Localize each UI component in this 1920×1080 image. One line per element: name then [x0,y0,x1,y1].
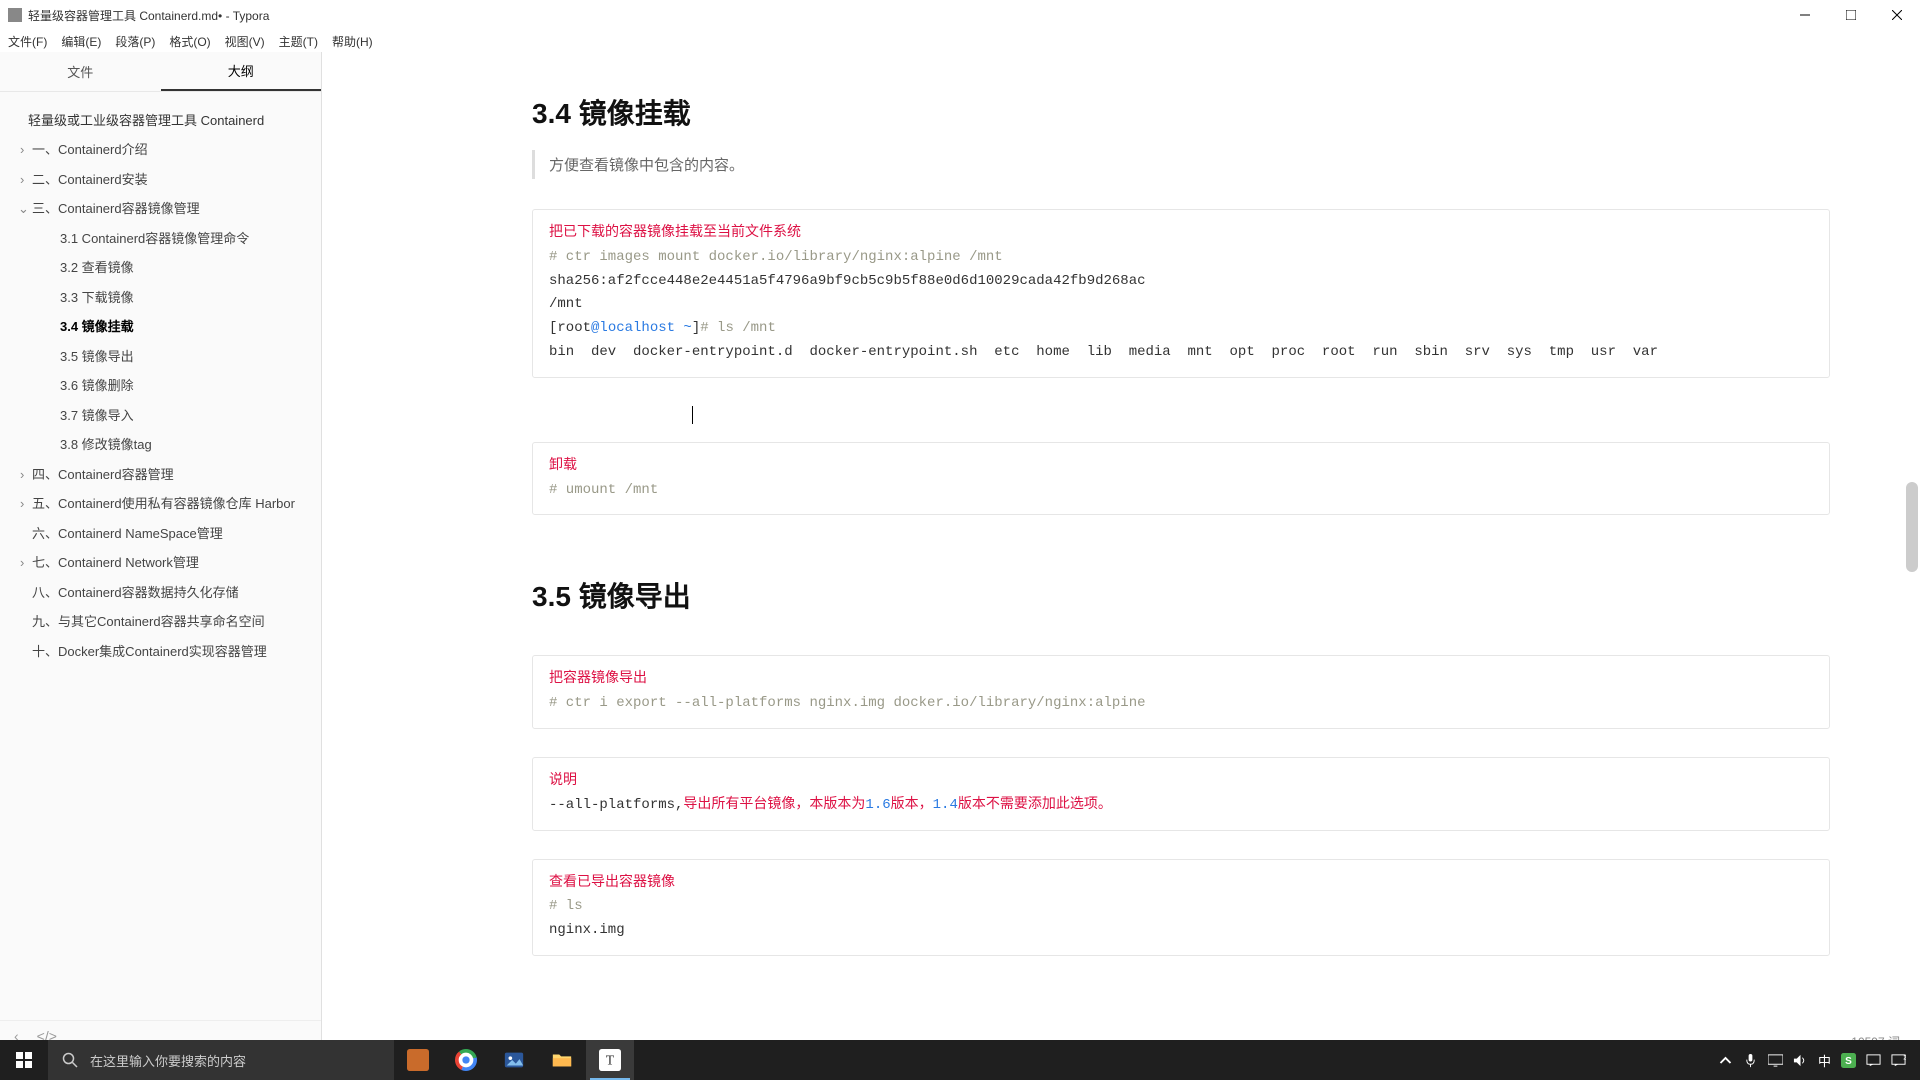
menu-format[interactable]: 格式(O) [169,33,210,50]
minimize-button[interactable] [1782,0,1828,30]
app-icon [8,8,22,22]
menu-file[interactable]: 文件(F) [8,33,47,50]
code-line: # umount /mnt [549,482,658,498]
code-line: [root@localhost ~]# ls /mnt [549,320,776,336]
tray-chevron-up-icon[interactable] [1718,1053,1733,1068]
outline: 轻量级或工业级容器管理工具 Containerd 一、Containerd介绍二… [0,92,321,1020]
outline-item[interactable]: 五、Containerd使用私有容器镜像仓库 Harbor [10,489,311,519]
tab-outline[interactable]: 大纲 [161,52,322,91]
svg-text:2: 2 [1903,1054,1906,1061]
tray-notifications-icon[interactable] [1866,1053,1881,1068]
menu-bar: 文件(F) 编辑(E) 段落(P) 格式(O) 视图(V) 主题(T) 帮助(H… [0,30,1920,52]
sidebar-tabs: 文件 大纲 [0,52,321,92]
outline-item[interactable]: 一、Containerd介绍 [10,135,311,165]
start-button[interactable] [0,1040,48,1080]
code-line: 查看已导出容器镜像 [549,875,675,891]
outline-item[interactable]: 四、Containerd容器管理 [10,460,311,490]
code-line: bin dev docker-entrypoint.d docker-entry… [549,344,1658,360]
code-umount: 卸载 # umount /mnt [532,442,1830,516]
code-line: nginx.img [549,922,625,938]
code-line: 把容器镜像导出 [549,671,647,687]
outline-item[interactable]: 六、Containerd NameSpace管理 [10,519,311,549]
outline-item[interactable]: 3.7 镜像导入 [38,401,311,431]
tray-ime[interactable]: 中 [1818,1051,1831,1070]
code-line: # ls [549,898,583,914]
code-export-note: 说明 --all-platforms,导出所有平台镜像，本版本为1.6版本，1.… [532,757,1830,831]
code-line: 卸载 [549,458,577,474]
tray-display-icon[interactable] [1768,1053,1783,1068]
code-line: /mnt [549,296,583,312]
blockquote-3-4: 方便查看镜像中包含的内容。 [532,150,1830,179]
tray-volume-icon[interactable] [1793,1053,1808,1068]
outline-item[interactable]: 3.5 镜像导出 [38,342,311,372]
window-controls [1782,0,1920,30]
main: 文件 大纲 轻量级或工业级容器管理工具 Containerd 一、Contain… [0,52,1920,1050]
outline-item[interactable]: 十、Docker集成Containerd实现容器管理 [10,637,311,667]
taskbar-search[interactable]: 在这里输入你要搜索的内容 [48,1040,394,1080]
search-placeholder: 在这里输入你要搜索的内容 [90,1051,246,1070]
taskbar-app-explorer[interactable] [538,1040,586,1080]
outline-item[interactable]: 3.8 修改镜像tag [38,430,311,460]
svg-text:S: S [1845,1055,1852,1066]
window-title: 轻量级容器管理工具 Containerd.md• - Typora [28,7,269,24]
heading-3-4: 3.4 镜像挂载 [532,92,1830,132]
taskbar-app-typora[interactable]: T [586,1040,634,1080]
outline-item[interactable]: 八、Containerd容器数据持久化存储 [10,578,311,608]
taskbar-apps: T [394,1040,634,1080]
code-line: 把已下载的容器镜像挂载至当前文件系统 [549,225,801,241]
code-line: sha256:af2fcce448e2e4451a5f4796a9bf9cb5c… [549,273,1146,289]
taskbar-app-vscode[interactable] [394,1040,442,1080]
text-cursor [692,406,693,424]
outline-item[interactable]: 3.3 下载镜像 [38,283,311,313]
outline-item[interactable]: 七、Containerd Network管理 [10,548,311,578]
svg-text:T: T [606,1053,615,1068]
outline-item[interactable]: 二、Containerd安装 [10,165,311,195]
taskbar-app-chrome[interactable] [442,1040,490,1080]
code-export: 把容器镜像导出 # ctr i export --all-platforms n… [532,655,1830,729]
tab-file[interactable]: 文件 [0,52,161,91]
code-line: # ctr images mount docker.io/library/ngi… [549,249,1003,265]
taskbar-app-pictures[interactable] [490,1040,538,1080]
outline-item[interactable]: 3.2 查看镜像 [38,253,311,283]
outline-item[interactable]: 三、Containerd容器镜像管理 [10,194,311,224]
code-line: --all-platforms,导出所有平台镜像，本版本为1.6版本，1.4版本… [549,797,1112,813]
outline-item[interactable]: 九、与其它Containerd容器共享命名空间 [10,607,311,637]
outline-item[interactable]: 3.4 镜像挂载 [38,312,311,342]
tray-mic-icon[interactable] [1743,1053,1758,1068]
menu-edit[interactable]: 编辑(E) [61,33,101,50]
sidebar: 文件 大纲 轻量级或工业级容器管理工具 Containerd 一、Contain… [0,52,322,1050]
code-line: 说明 [549,773,577,789]
tray-action-center-icon[interactable]: 2 [1891,1053,1906,1068]
code-mount: 把已下载的容器镜像挂载至当前文件系统 # ctr images mount do… [532,209,1830,378]
outline-item[interactable]: 3.1 Containerd容器镜像管理命令 [38,224,311,254]
outline-doc-title[interactable]: 轻量级或工业级容器管理工具 Containerd [10,104,311,135]
taskbar: 在这里输入你要搜索的内容 T 中 S 2 [0,1040,1920,1080]
tray-sogou-icon[interactable]: S [1841,1053,1856,1068]
code-line: # ctr i export --all-platforms nginx.img… [549,695,1146,711]
heading-3-5: 3.5 镜像导出 [532,575,1830,615]
title-bar: 轻量级容器管理工具 Containerd.md• - Typora [0,0,1920,30]
menu-view[interactable]: 视图(V) [225,33,265,50]
scrollbar-thumb[interactable] [1906,482,1918,572]
maximize-button[interactable] [1828,0,1874,30]
search-icon [62,1052,78,1068]
editor-content[interactable]: 3.4 镜像挂载 方便查看镜像中包含的内容。 把已下载的容器镜像挂载至当前文件系… [322,52,1920,1050]
menu-theme[interactable]: 主题(T) [279,33,318,50]
system-tray: 中 S 2 [1704,1040,1920,1080]
outline-item[interactable]: 3.6 镜像删除 [38,371,311,401]
code-ls: 查看已导出容器镜像 # ls nginx.img [532,859,1830,956]
close-button[interactable] [1874,0,1920,30]
menu-paragraph[interactable]: 段落(P) [115,33,155,50]
menu-help[interactable]: 帮助(H) [332,33,373,50]
